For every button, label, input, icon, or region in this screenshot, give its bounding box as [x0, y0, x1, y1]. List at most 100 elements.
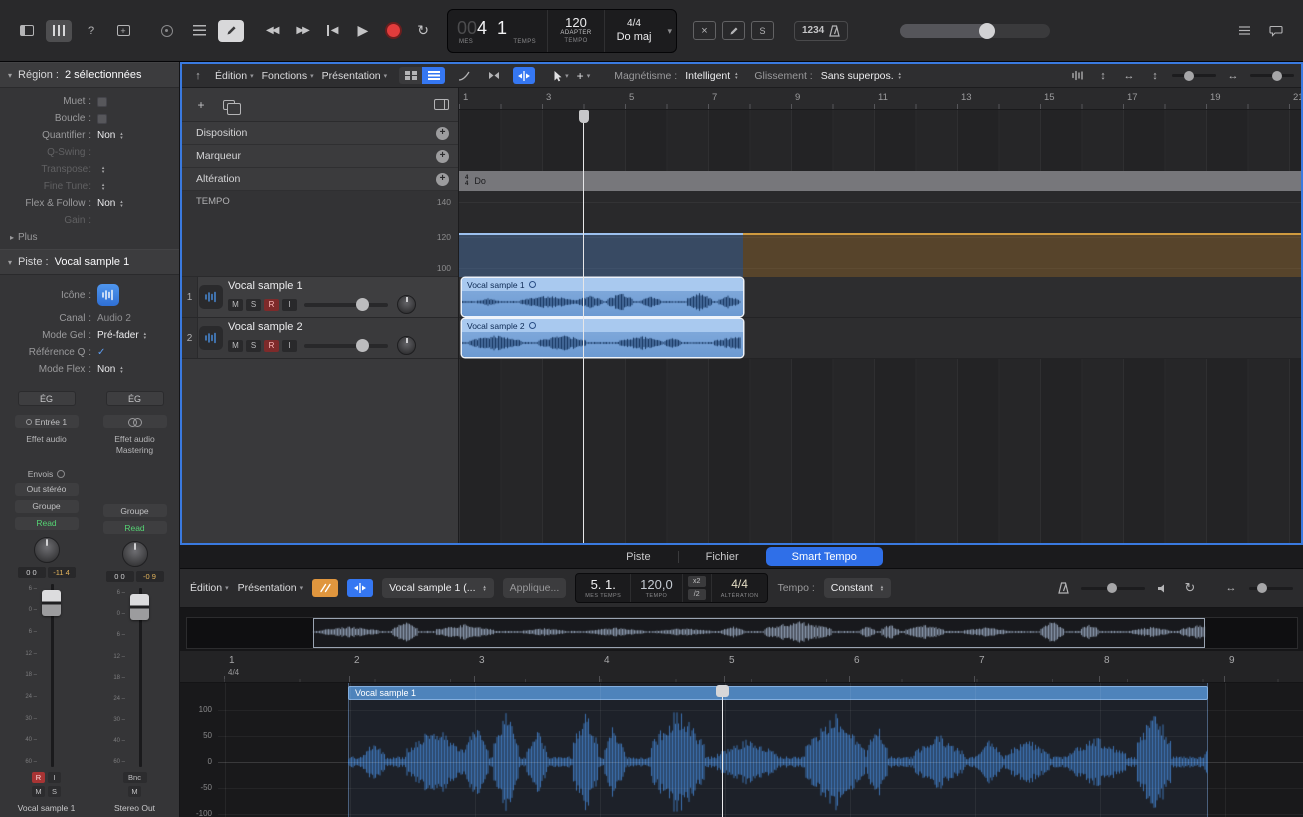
track-volume-slider[interactable] [304, 344, 388, 348]
go-to-beginning-icon[interactable] [327, 25, 341, 36]
lcd-key-signature[interactable]: 4/4 Do maj [604, 10, 676, 52]
ruler-bar-label[interactable]: 6 [854, 655, 860, 666]
volume-thumb[interactable] [979, 23, 995, 39]
tempo-half-button[interactable]: /2 [688, 589, 706, 600]
ruler-bar-label[interactable]: 5 [729, 655, 735, 666]
global-track-disposition[interactable]: Disposition [182, 122, 458, 145]
file-selector[interactable]: Vocal sample 1 (... [382, 578, 494, 598]
lcd-display[interactable]: 004 1 MES TEMPS 120 ADAPTER TEMPO 4/4 Do… [447, 9, 677, 53]
ruler-bar-label[interactable]: 21 [1293, 92, 1301, 103]
cycle-icon[interactable] [1181, 580, 1199, 597]
ruler-bar-label[interactable]: 9 [1229, 655, 1235, 666]
menu-edition[interactable]: Édition [190, 582, 229, 594]
marquee-tool-icon[interactable] [483, 67, 505, 84]
flex-icon[interactable] [347, 579, 373, 597]
pan-knob[interactable] [122, 541, 148, 567]
track-icon[interactable] [198, 318, 224, 358]
cycle-icon[interactable] [417, 22, 431, 39]
play-icon[interactable] [357, 22, 370, 39]
fader-handle[interactable] [42, 590, 61, 616]
solo-button[interactable]: S [48, 786, 61, 797]
notes-icon[interactable] [1263, 20, 1289, 42]
tab-piste[interactable]: Piste [600, 547, 676, 566]
metronome-level-slider[interactable] [1081, 587, 1145, 590]
ruler-bar-label[interactable]: 3 [546, 92, 551, 103]
stepper-icon[interactable] [119, 200, 123, 207]
pan-knob[interactable] [34, 537, 60, 563]
track-icon[interactable] [198, 277, 224, 317]
tempo-region-analyzed[interactable] [459, 233, 743, 277]
stereo-format-button[interactable] [103, 415, 167, 428]
quick-help-icon[interactable] [78, 20, 104, 42]
horizontal-zoom-icon[interactable] [1224, 67, 1242, 84]
disclosure-triangle-icon[interactable] [8, 256, 12, 268]
disclosure-triangle-icon[interactable] [8, 69, 12, 81]
lcd-tempo[interactable]: 120 ADAPTER TEMPO [547, 10, 604, 52]
add-track-icon[interactable]: + [191, 97, 211, 113]
ruler-bar-label[interactable]: 13 [961, 92, 972, 103]
pointer-tool-menu[interactable] [553, 70, 569, 82]
solo-mode-icon[interactable] [751, 21, 774, 40]
tempo-lane[interactable] [459, 191, 1301, 277]
catch-playhead-icon[interactable] [189, 67, 207, 84]
editor-ruler[interactable]: 4/4 123456789 [180, 651, 1303, 683]
track-header-1[interactable]: 1 Vocal sample 1 M S R I [182, 277, 458, 318]
grid-view-icon[interactable] [399, 67, 422, 84]
timeline[interactable]: 13579111315171921 44 Do Vocal sample 1 [459, 88, 1301, 543]
playhead-handle[interactable] [716, 685, 729, 697]
pencil-tool-icon[interactable] [218, 20, 244, 42]
track-name[interactable]: Vocal sample 1 [228, 280, 452, 292]
list-editors-icon[interactable] [1231, 20, 1257, 42]
sends-slot[interactable]: Envois [28, 469, 66, 479]
ruler-bar-label[interactable]: 17 [1127, 92, 1138, 103]
region-inspector-header[interactable]: Région : 2 sélectionnées [0, 62, 179, 88]
playhead-handle[interactable] [579, 110, 589, 123]
fade-tool-icon[interactable] [453, 67, 475, 84]
apply-button[interactable]: Applique... [503, 578, 567, 598]
flex-mode-icon[interactable] [513, 67, 535, 84]
track-record-button[interactable]: R [264, 299, 279, 311]
track-input-button[interactable]: I [282, 299, 297, 311]
rewind-icon[interactable] [266, 25, 279, 36]
vertical-zoom-slider[interactable] [1172, 74, 1216, 77]
stepper-icon[interactable] [119, 132, 123, 139]
add-arrangement-icon[interactable] [436, 127, 449, 140]
editor-region-bar[interactable]: Vocal sample 1 [348, 686, 1208, 700]
quantifier-value[interactable]: Non [97, 130, 115, 141]
input-monitoring-button[interactable]: I [48, 772, 61, 783]
more-row[interactable]: Plus [0, 229, 179, 246]
toggle-library-icon[interactable] [14, 20, 40, 42]
playhead[interactable] [722, 685, 723, 817]
drag-value[interactable]: Sans superpos. [821, 70, 902, 82]
overview-selection[interactable] [313, 618, 1205, 648]
track-record-button[interactable]: R [264, 340, 279, 352]
ruler-bar-label[interactable]: 5 [629, 92, 634, 103]
track-mute-button[interactable]: M [228, 340, 243, 352]
ruler-bar-label[interactable]: 11 [878, 92, 888, 103]
ruler-bar-label[interactable]: 4 [604, 655, 610, 666]
stepper-icon[interactable] [101, 183, 105, 190]
tab-smart-tempo[interactable]: Smart Tempo [766, 547, 883, 566]
checkmark-icon[interactable] [97, 347, 105, 358]
horizontal-zoom-slider[interactable] [1250, 74, 1294, 77]
ruler-bar-label[interactable]: 1 [463, 92, 468, 103]
record-enable-button[interactable]: R [32, 772, 45, 783]
volume-fader[interactable]: 6 –0 –6 –12 –18 –24 –30 –40 –60 – [5, 582, 88, 769]
track-inspector-header[interactable]: Piste : Vocal sample 1 [0, 249, 179, 275]
arrange-ruler[interactable]: 13579111315171921 [459, 88, 1301, 110]
ruler-bar-label[interactable]: 2 [354, 655, 360, 666]
stepper-icon[interactable] [143, 332, 147, 339]
track-volume-slider[interactable] [304, 303, 388, 307]
track-name[interactable]: Vocal sample 2 [228, 321, 452, 333]
audio-fx-slot[interactable]: Effet audio [26, 434, 67, 445]
audio-region-1[interactable]: Vocal sample 1 [462, 278, 743, 316]
slider-thumb[interactable] [1257, 583, 1267, 593]
global-track-tempo[interactable]: TEMPO 140 120 100 [182, 191, 458, 277]
pan-display[interactable]: 0 0 [106, 571, 134, 582]
editor-lcd[interactable]: 5. 1.MES TEMPS 120,0TEMPO x2 /2 4/4ALTÉR… [575, 573, 768, 603]
global-track-marqueur[interactable]: Marqueur [182, 145, 458, 168]
tempo-double-button[interactable]: x2 [688, 576, 706, 587]
ruler-bar-label[interactable]: 8 [1104, 655, 1110, 666]
forward-icon[interactable] [296, 25, 309, 36]
file-overview[interactable] [186, 617, 1298, 649]
